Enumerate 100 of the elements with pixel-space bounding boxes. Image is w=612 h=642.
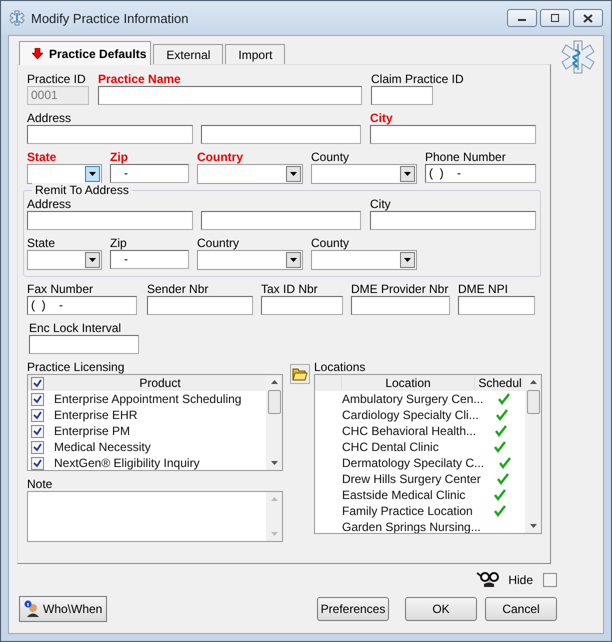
field-label: Sender Nbr (147, 282, 208, 296)
input-field[interactable] (98, 86, 362, 105)
checkbox[interactable] (31, 424, 44, 438)
dropdown[interactable] (311, 164, 417, 184)
field-label: Practice Name (98, 72, 181, 86)
checkbox-label: Hide (508, 573, 533, 587)
location-name[interactable]: Family Practice Location (342, 504, 475, 518)
field-label: Country (197, 236, 240, 250)
maximize-icon (550, 14, 560, 22)
field-label: State (27, 150, 56, 164)
checkbox[interactable] (31, 440, 44, 454)
location-name[interactable]: Eastside Medical Clinic (342, 488, 475, 502)
field-label: Practice Licensing (27, 360, 124, 374)
dropdown-arrow-icon (290, 258, 297, 262)
dropdown[interactable] (197, 250, 303, 270)
scroll-thumb[interactable] (268, 390, 280, 414)
tab[interactable]: External (153, 44, 224, 64)
down-arrow-icon (32, 48, 43, 59)
scrollbar[interactable] (525, 375, 541, 533)
dropdown-arrow-icon (404, 172, 411, 176)
checkbox[interactable] (543, 573, 557, 587)
list-item[interactable]: Medical Necessity (54, 440, 151, 454)
input-field[interactable] (201, 125, 361, 144)
input-field[interactable] (370, 211, 536, 230)
scrollbar[interactable] (266, 375, 282, 470)
dialog-button[interactable]: Cancel (485, 597, 557, 621)
field-label: Locations (314, 360, 366, 374)
list-item[interactable]: Enterprise PM (54, 424, 130, 438)
scroll-down-icon (270, 461, 278, 465)
field-label: County (311, 236, 350, 250)
field-label: DME Provider Nbr (351, 282, 448, 296)
input-field[interactable] (27, 125, 193, 144)
field-label: Address (27, 111, 72, 125)
close-icon (583, 14, 593, 22)
column-header[interactable]: Location (341, 376, 474, 390)
dialog-button[interactable]: Preferences (317, 597, 389, 621)
folder-button[interactable] (290, 364, 310, 384)
dialog-button[interactable]: OK (405, 597, 477, 621)
input-field[interactable]: - (110, 164, 189, 183)
field-label: Practice ID (27, 72, 86, 86)
dropdown[interactable] (27, 164, 102, 184)
list-item[interactable]: Enterprise EHR (54, 408, 138, 422)
input-field[interactable] (201, 211, 361, 230)
list-item[interactable]: NextGen® Eligibility Inquiry (54, 456, 200, 470)
tab[interactable]: Import (225, 44, 286, 64)
scroll-up-icon (270, 380, 278, 384)
dropdown[interactable] (311, 250, 417, 270)
input-field[interactable]: - (110, 250, 189, 269)
maximize-button[interactable] (540, 9, 570, 27)
input-field[interactable] (147, 296, 253, 315)
scroll-down-icon (530, 524, 536, 528)
field-label: City (370, 197, 391, 211)
dropdown-arrow-icon (89, 258, 96, 262)
medical-star-icon (561, 40, 595, 74)
field-label: Zip (110, 150, 128, 164)
minimize-button[interactable] (507, 9, 537, 27)
input-field[interactable] (458, 296, 535, 315)
input-field[interactable] (371, 86, 433, 105)
close-button[interactable] (573, 9, 603, 27)
group-title: Remit To Address (32, 183, 132, 197)
input-field[interactable] (370, 125, 536, 144)
input-field[interactable]: ( ) - (425, 164, 536, 183)
field-label: Claim Practice ID (371, 72, 464, 86)
location-name[interactable]: Ambulatory Surgery Cen... (342, 392, 484, 406)
dropdown[interactable] (27, 250, 102, 270)
list-item[interactable]: Enterprise Appointment Scheduling (54, 392, 242, 406)
field-label: Address (27, 197, 72, 211)
window-title: Modify Practice Information (31, 10, 189, 26)
who-when-button[interactable]: Who\When (19, 596, 108, 622)
checkbox[interactable] (31, 408, 44, 422)
location-name[interactable]: Dermatology Specilaty C... (342, 456, 484, 470)
checkbox[interactable] (31, 376, 44, 390)
folder-icon (292, 367, 308, 381)
tab[interactable]: Practice Defaults (19, 41, 152, 65)
field-label: City (370, 111, 393, 125)
field-label: Enc Lock Interval (29, 321, 122, 335)
scroll-thumb[interactable] (526, 390, 540, 414)
field-label: County (311, 150, 350, 164)
input-field[interactable]: ( ) - (27, 296, 137, 315)
field-label: Zip (110, 236, 127, 250)
location-name[interactable]: CHC Dental Clinic (342, 440, 475, 454)
note-field[interactable] (27, 491, 283, 542)
field-label: Note (27, 477, 52, 491)
field-label: Country (197, 150, 243, 164)
checkbox[interactable] (31, 456, 44, 470)
dropdown-arrow-icon (404, 258, 411, 262)
dropdown-arrow-icon (290, 172, 297, 176)
dropdown[interactable] (197, 164, 303, 184)
input-field[interactable] (261, 296, 343, 315)
location-name[interactable]: Cardiology Specialty Cli... (342, 408, 479, 422)
input-field[interactable] (351, 296, 450, 315)
field-label: Tax ID Nbr (261, 282, 318, 296)
field-label: DME NPI (458, 282, 508, 296)
location-name[interactable]: CHC Behavioral Health... (342, 424, 476, 438)
field-label: Phone Number (425, 150, 506, 164)
input-field[interactable] (27, 211, 193, 230)
location-name[interactable]: Drew Hills Surgery Center (342, 472, 481, 486)
scroll-down-icon (270, 532, 278, 536)
checkbox[interactable] (31, 392, 44, 406)
input-field[interactable] (29, 335, 139, 354)
